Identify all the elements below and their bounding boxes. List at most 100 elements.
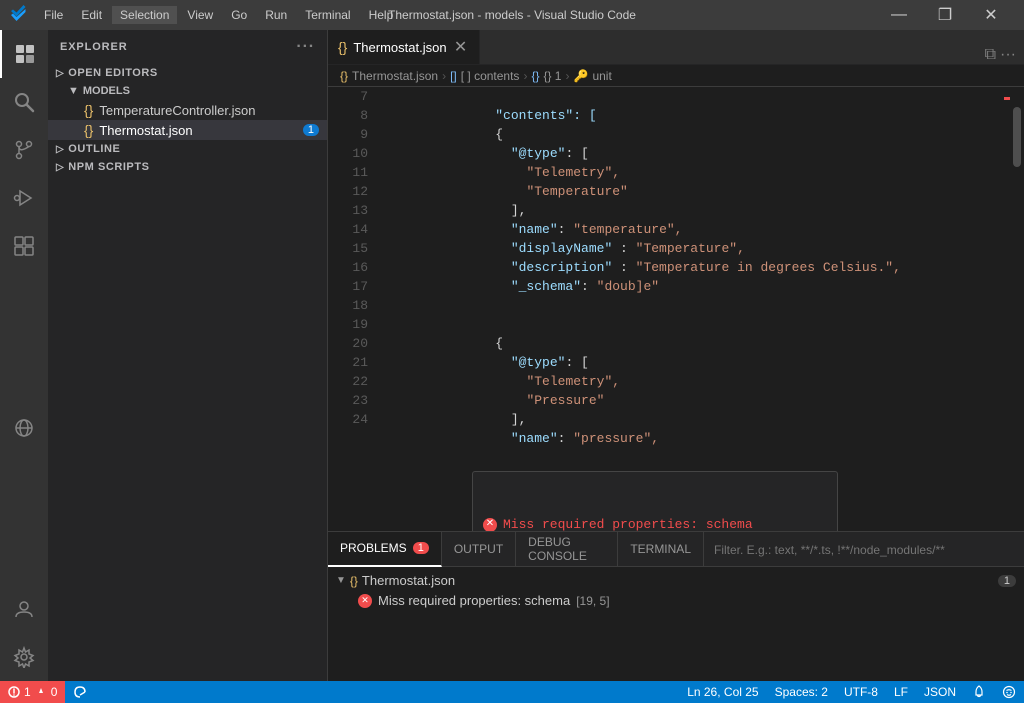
sidebar-file-temperature-controller[interactable]: {} TemperatureController.json — [48, 100, 327, 120]
output-label: OUTPUT — [454, 542, 503, 556]
filter-input[interactable] — [714, 543, 1014, 557]
split-editor-button[interactable]: ⧉ — [985, 46, 996, 64]
json-file-icon-2: {} — [84, 122, 93, 138]
activity-item-accounts[interactable] — [0, 585, 48, 633]
code-editor[interactable]: "contents": [ { "@type": [ "Telemetry", — [378, 87, 1010, 531]
statusbar-remote[interactable] — [65, 681, 95, 703]
arrow-icon-npm: ▷ — [56, 162, 64, 173]
models-label: MODELS — [83, 85, 130, 97]
panel-tab-problems[interactable]: PROBLEMS 1 — [328, 532, 442, 567]
line-numbers: 7 8 9 10 11 12 13 14 15 16 17 18 19 20 2… — [328, 87, 378, 531]
vscode-icon — [10, 4, 28, 27]
statusbar-eol[interactable]: LF — [886, 681, 916, 703]
breadcrumb: {} Thermostat.json › [] [ ] contents › {… — [328, 65, 1024, 87]
sidebar-file-thermostat[interactable]: {} Thermostat.json 1 — [48, 120, 327, 140]
problems-section-thermostat[interactable]: ▼ {} Thermostat.json 1 — [328, 571, 1024, 590]
statusbar-position[interactable]: Ln 26, Col 25 — [679, 681, 766, 703]
menu-terminal[interactable]: Terminal — [297, 6, 358, 24]
sidebar-action-more[interactable]: ··· — [296, 38, 315, 56]
activity-item-remote[interactable] — [0, 404, 48, 452]
code-line-18 — [386, 296, 1010, 315]
sidebar-header-actions: ··· — [296, 38, 315, 56]
breadcrumb-contents[interactable]: [ ] contents — [461, 69, 520, 83]
statusbar-feedback[interactable] — [994, 681, 1024, 703]
error-count: 1 — [24, 685, 31, 699]
sidebar-title: EXPLORER — [60, 41, 128, 53]
titlebar-controls: — ❐ ✕ — [876, 0, 1014, 30]
activity-bottom — [0, 585, 48, 681]
activity-item-search[interactable] — [0, 78, 48, 126]
sidebar-section-open-editors-header[interactable]: ▷ OPEN EDITORS — [48, 64, 327, 82]
titlebar-left: File Edit Selection View Go Run Terminal… — [10, 4, 401, 27]
problems-label: PROBLEMS — [340, 541, 407, 555]
npm-label: NPM SCRIPTS — [68, 161, 149, 173]
tab-actions: ⧉ ··· — [977, 46, 1024, 64]
more-actions-button[interactable]: ··· — [1000, 46, 1016, 64]
sidebar-section-outline-header[interactable]: ▷ OUTLINE — [48, 140, 327, 158]
activity-item-explorer[interactable] — [0, 30, 48, 78]
editor-scrollbar[interactable] — [1010, 87, 1024, 531]
bottom-panel: PROBLEMS 1 OUTPUT DEBUG CONSOLE TERMINAL — [328, 531, 1024, 681]
tab-close-button[interactable]: ✕ — [453, 39, 469, 55]
statusbar-spaces[interactable]: Spaces: 2 — [767, 681, 836, 703]
activity-item-run[interactable] — [0, 174, 48, 222]
breadcrumb-file[interactable]: Thermostat.json — [352, 69, 438, 83]
maximize-button[interactable]: ❐ — [922, 0, 968, 30]
breadcrumb-sep-3: › — [565, 69, 569, 83]
breadcrumb-icon-3: {} — [531, 69, 539, 83]
close-button[interactable]: ✕ — [968, 0, 1014, 30]
section-expand-arrow: ▼ — [336, 575, 346, 586]
file-name-thermostat: Thermostat.json — [99, 123, 192, 138]
error-location: [19, 5] — [576, 594, 609, 608]
statusbar-encoding[interactable]: UTF-8 — [836, 681, 886, 703]
panel-tab-output[interactable]: OUTPUT — [442, 532, 516, 567]
menu-view[interactable]: View — [179, 6, 221, 24]
open-editors-label: OPEN EDITORS — [68, 67, 158, 79]
error-message: Miss required properties: schema — [378, 593, 570, 608]
activity-item-extensions[interactable] — [0, 222, 48, 270]
tab-label: Thermostat.json — [353, 40, 446, 55]
menu-edit[interactable]: Edit — [73, 6, 110, 24]
breadcrumb-sep-1: › — [442, 69, 446, 83]
menu-go[interactable]: Go — [223, 6, 255, 24]
app: EXPLORER ··· ▷ OPEN EDITORS ▼ MODELS {} … — [0, 30, 1024, 681]
activity-item-settings[interactable] — [0, 633, 48, 681]
activity-item-source-control[interactable] — [0, 126, 48, 174]
sidebar-section-npm-header[interactable]: ▷ NPM SCRIPTS — [48, 158, 327, 176]
encoding-label: UTF-8 — [844, 685, 878, 699]
statusbar-errors[interactable]: 1 0 — [0, 681, 65, 703]
panel-tab-terminal[interactable]: TERMINAL — [618, 532, 704, 567]
breadcrumb-unit[interactable]: unit — [592, 69, 611, 83]
cursor-position: Ln 26, Col 25 — [687, 685, 758, 699]
tab-file-icon: {} — [338, 39, 347, 55]
tab-thermostat[interactable]: {} Thermostat.json ✕ — [328, 30, 480, 64]
sidebar-section-models: ▼ MODELS {} TemperatureController.json {… — [48, 82, 327, 140]
file-name-temp-controller: TemperatureController.json — [99, 103, 255, 118]
error-item-1[interactable]: ✕ Miss required properties: schema [19, … — [328, 590, 1024, 611]
titlebar: File Edit Selection View Go Run Terminal… — [0, 0, 1024, 30]
json-file-icon: {} — [84, 102, 93, 118]
breadcrumb-sep-2: › — [523, 69, 527, 83]
breadcrumb-index[interactable]: {} 1 — [543, 69, 561, 83]
statusbar-language[interactable]: JSON — [916, 681, 964, 703]
models-folder-header[interactable]: ▼ MODELS — [48, 82, 327, 100]
minimize-button[interactable]: — — [876, 0, 922, 30]
scrollbar-thumb[interactable] — [1013, 107, 1021, 167]
menu-run[interactable]: Run — [257, 6, 295, 24]
error-circle-icon-2: ✕ — [358, 594, 372, 608]
statusbar-notifications[interactable] — [964, 681, 994, 703]
panel-filter — [704, 542, 1024, 557]
problems-badge: 1 — [413, 542, 429, 554]
panel-tab-debug-console[interactable]: DEBUG CONSOLE — [516, 532, 618, 567]
section-filename: Thermostat.json — [362, 573, 455, 588]
language-label: JSON — [924, 685, 956, 699]
sidebar: EXPLORER ··· ▷ OPEN EDITORS ▼ MODELS {} … — [48, 30, 328, 681]
file-badge: 1 — [303, 124, 319, 136]
titlebar-menu: File Edit Selection View Go Run Terminal… — [36, 6, 401, 24]
menu-file[interactable]: File — [36, 6, 71, 24]
main-content: {} Thermostat.json ✕ ⧉ ··· {} Thermostat… — [328, 30, 1024, 681]
terminal-label: TERMINAL — [630, 542, 691, 556]
debug-console-label: DEBUG CONSOLE — [528, 535, 605, 563]
menu-selection[interactable]: Selection — [112, 6, 177, 24]
arrow-icon-outline: ▷ — [56, 144, 64, 155]
